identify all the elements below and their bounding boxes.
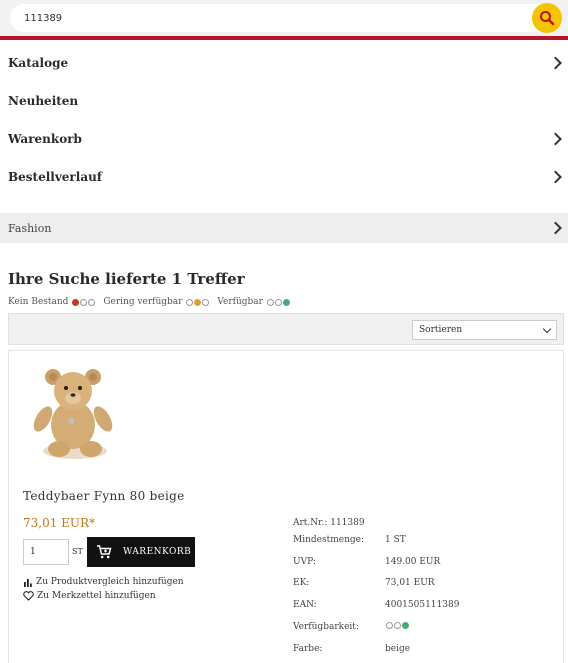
spec-value-min-quantity: 1 ST xyxy=(385,535,406,545)
legend-label: Gering verfügbar xyxy=(103,297,183,307)
add-to-cart-button[interactable]: WARENKORB xyxy=(87,537,195,567)
results-heading: Ihre Suche lieferte 1 Treffer xyxy=(8,270,245,288)
product-image[interactable] xyxy=(29,363,121,463)
status-dot-icon xyxy=(88,298,96,306)
nav-item-label: Warenkorb xyxy=(8,132,82,146)
spec-label-ean: EAN: xyxy=(293,600,317,610)
chevron-right-icon xyxy=(549,56,562,70)
spec-label-ek: EK: xyxy=(293,578,310,588)
sort-select[interactable]: Sortieren xyxy=(412,320,557,340)
nav-item-bestellverlauf[interactable]: Bestellverlauf xyxy=(0,158,568,196)
status-dot-icon xyxy=(72,298,80,306)
cart-icon xyxy=(97,545,112,559)
status-dot-icon xyxy=(202,298,210,306)
status-dot-icon xyxy=(402,622,409,629)
spec-label-uvp: UVP: xyxy=(293,557,316,567)
sort-bar: Sortieren xyxy=(8,313,564,345)
search-icon xyxy=(540,11,555,26)
wishlist-link-label: Zu Merkzettel hinzufügen xyxy=(37,591,156,601)
availability-legend: Kein Bestand Gering verfügbar Verfügbar xyxy=(8,297,298,307)
legend-low-stock: Gering verfügbar xyxy=(103,297,210,307)
search-button[interactable] xyxy=(532,3,562,33)
compare-link-label: Zu Produktvergleich hinzufügen xyxy=(36,577,184,587)
legend-label: Kein Bestand xyxy=(8,297,69,307)
nav-item-kataloge[interactable]: Kataloge xyxy=(0,44,568,82)
nav-item-fashion[interactable]: Fashion xyxy=(0,213,568,243)
nav-item-label: Kataloge xyxy=(8,56,69,70)
chevron-right-icon xyxy=(549,221,562,235)
nav-item-warenkorb[interactable]: Warenkorb xyxy=(0,120,568,158)
quantity-unit: ST xyxy=(72,547,83,556)
add-to-cart-label: WARENKORB xyxy=(123,547,192,557)
bar-chart-icon xyxy=(23,577,33,587)
spec-value-ean: 4001505111389 xyxy=(385,600,460,610)
product-card: Teddybaer Fynn 80 beige 73,01 EUR* 1 ST … xyxy=(8,350,564,663)
spec-value-color: beige xyxy=(385,644,411,654)
spec-value-uvp: 149.00 EUR xyxy=(385,557,441,567)
article-number: Art.Nr.: 111389 xyxy=(293,518,365,528)
chevron-right-icon xyxy=(549,132,562,146)
nav-item-label: Bestellverlauf xyxy=(8,170,102,184)
heart-icon xyxy=(23,591,34,601)
search-bar xyxy=(0,0,568,40)
compare-link[interactable]: Zu Produktvergleich hinzufügen xyxy=(23,577,184,587)
product-price: 73,01 EUR* xyxy=(23,516,96,530)
nav-item-label: Neuheiten xyxy=(8,94,79,108)
status-dot-icon xyxy=(386,622,393,629)
status-dot-icon xyxy=(80,298,88,306)
legend-label: Verfügbar xyxy=(217,297,263,307)
product-name[interactable]: Teddybaer Fynn 80 beige xyxy=(23,489,185,503)
wishlist-link[interactable]: Zu Merkzettel hinzufügen xyxy=(23,591,156,601)
nav-item-label: Fashion xyxy=(8,221,52,235)
spec-label-availability: Verfügbarkeit: xyxy=(293,622,359,632)
status-dot-icon xyxy=(274,298,282,306)
status-dot-icon xyxy=(186,298,194,306)
nav-item-neuheiten[interactable]: Neuheiten xyxy=(0,82,568,120)
status-dot-icon xyxy=(394,622,401,629)
spec-value-ek: 73,01 EUR xyxy=(385,578,435,588)
search-input[interactable] xyxy=(10,4,556,32)
chevron-down-icon xyxy=(542,324,552,334)
status-dot-icon xyxy=(282,298,290,306)
quantity-input[interactable]: 1 xyxy=(23,539,69,565)
availability-indicator xyxy=(385,622,409,632)
legend-available: Verfügbar xyxy=(217,297,290,307)
spec-label-color: Farbe: xyxy=(293,644,323,654)
legend-no-stock: Kein Bestand xyxy=(8,297,96,307)
quantity-value: 1 xyxy=(30,547,36,557)
status-dot-icon xyxy=(194,298,202,306)
spec-label-min-quantity: Mindestmenge: xyxy=(293,535,364,545)
status-dot-icon xyxy=(266,298,274,306)
chevron-right-icon xyxy=(549,170,562,184)
sort-select-label: Sortieren xyxy=(419,325,463,335)
